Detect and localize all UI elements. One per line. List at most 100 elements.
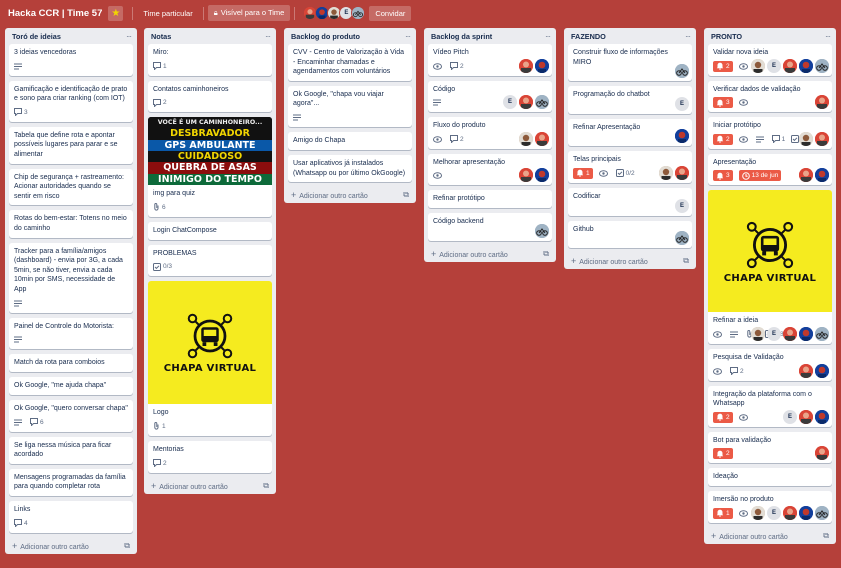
card[interactable]: 3 ideias vencedoras: [9, 44, 133, 76]
card[interactable]: Telas principais 1 0/2: [568, 151, 692, 183]
card[interactable]: Ok Google, "quero conversar chapa" 6: [9, 400, 133, 432]
list-title[interactable]: Backlog da sprint: [431, 32, 492, 41]
list-menu-icon[interactable]: ···: [545, 32, 551, 41]
card[interactable]: Validar nova ideia 2 E: [708, 44, 832, 76]
member-avatar-bike[interactable]: [815, 505, 829, 520]
card[interactable]: Fluxo do produto 2: [428, 117, 552, 149]
card[interactable]: Melhorar apresentação: [428, 153, 552, 186]
member-avatar-red[interactable]: [519, 168, 533, 183]
card[interactable]: Login ChatCompose: [148, 221, 272, 240]
member-avatar-blue[interactable]: [535, 58, 549, 73]
card[interactable]: Imersão no produto 1 E: [708, 491, 832, 523]
add-card-button[interactable]: + Adicionar outro cartão ⧉: [5, 538, 137, 554]
card[interactable]: Código backend: [428, 213, 552, 241]
member-avatar-red[interactable]: [783, 505, 797, 520]
board-title[interactable]: Hacka CCR | Time 57: [8, 8, 102, 19]
card[interactable]: CHAPA VIRTUALRefinar a ideia10/8E: [708, 190, 832, 344]
member-avatar-blue[interactable]: [815, 363, 829, 378]
member-avatar-blue[interactable]: [675, 129, 689, 144]
member-avatar-bike[interactable]: [535, 95, 549, 110]
member-avatar-blue[interactable]: [815, 168, 829, 183]
member-avatar-red[interactable]: [519, 58, 533, 73]
member-avatar-blue[interactable]: [815, 409, 829, 424]
card[interactable]: Codificar E: [568, 187, 692, 216]
card[interactable]: Se liga nessa música para ficar acordado: [9, 436, 133, 464]
card[interactable]: CVV - Centro de Valorização à Vida - Enc…: [288, 44, 412, 81]
card[interactable]: Amigo do Chapa: [288, 131, 412, 150]
card[interactable]: Ideação: [708, 468, 832, 487]
list-title[interactable]: PRONTO: [711, 32, 742, 41]
card[interactable]: Iniciar protótipo212/6: [708, 117, 832, 149]
card[interactable]: Github: [568, 220, 692, 249]
card[interactable]: Refinar protótipo: [428, 190, 552, 209]
card[interactable]: Contatos caminhoneiros 2: [148, 80, 272, 113]
board-members[interactable]: E: [303, 6, 366, 20]
card[interactable]: Ok Google, "chapa vou viajar agora"...: [288, 85, 412, 127]
member-avatar-bike[interactable]: [675, 231, 689, 246]
member-avatar-red[interactable]: [815, 95, 829, 110]
card-template-icon[interactable]: ⧉: [403, 190, 409, 200]
card-template-icon[interactable]: ⧉: [683, 256, 689, 266]
invite-button[interactable]: Convidar: [369, 5, 412, 21]
card[interactable]: PROBLEMAS 0/3: [148, 244, 272, 277]
card[interactable]: Links 4: [9, 501, 133, 533]
member-avatar-red[interactable]: [799, 409, 813, 424]
add-card-button[interactable]: + Adicionar outro cartão ⧉: [704, 528, 836, 544]
list-menu-icon[interactable]: ···: [825, 32, 831, 41]
member-avatar-e[interactable]: E: [767, 58, 781, 73]
card[interactable]: Miro: 1: [148, 44, 272, 76]
add-card-button[interactable]: + Adicionar outro cartão ⧉: [564, 253, 696, 269]
add-card-button[interactable]: + Adicionar outro cartão ⧉: [424, 246, 556, 262]
member-avatar-red[interactable]: [783, 58, 797, 73]
star-icon[interactable]: ★: [108, 5, 124, 21]
card[interactable]: Código E: [428, 80, 552, 113]
member-avatar-red[interactable]: [783, 326, 797, 341]
member-avatar-blue[interactable]: [535, 168, 549, 183]
member-avatar-bike[interactable]: [815, 326, 829, 341]
card[interactable]: Bot para validação 2: [708, 431, 832, 464]
list-menu-icon[interactable]: ···: [265, 32, 271, 41]
card[interactable]: Pesquisa de Validação 2: [708, 348, 832, 381]
card[interactable]: Usar aplicativos já instalados (Whatsapp…: [288, 154, 412, 183]
card[interactable]: Tabela que define rota e apontar possíve…: [9, 126, 133, 164]
card[interactable]: Apresentação 3 13 de jun: [708, 153, 832, 186]
card[interactable]: Gamificação e identificação de prato e s…: [9, 80, 133, 122]
card[interactable]: Refinar Apresentação: [568, 118, 692, 147]
card[interactable]: CHAPA VIRTUAL Logo 1: [148, 281, 272, 436]
list-title[interactable]: Toró de ideias: [12, 32, 61, 41]
member-avatar-bike[interactable]: [535, 223, 549, 238]
card[interactable]: Match da rota para comboios: [9, 354, 133, 373]
member-avatar-e[interactable]: E: [675, 198, 689, 213]
card[interactable]: Mensagens programadas da família para qu…: [9, 468, 133, 497]
list-menu-icon[interactable]: ···: [126, 32, 132, 41]
member-avatar-bike[interactable]: [675, 64, 689, 79]
member-avatar-red[interactable]: [815, 446, 829, 461]
member-avatar-red[interactable]: [535, 131, 549, 146]
member-avatar-blue[interactable]: [799, 326, 813, 341]
card[interactable]: VOCÊ É UM CAMINHONEIRO... DESBRAVADOR GPS …: [148, 117, 272, 217]
card[interactable]: Mentorias 2: [148, 440, 272, 473]
card[interactable]: Vídeo Pitch 2: [428, 44, 552, 76]
member-avatar-red[interactable]: [519, 95, 533, 110]
member-avatar-red[interactable]: [815, 131, 829, 146]
member-avatar-man[interactable]: [751, 505, 765, 520]
member-avatar-e[interactable]: E: [783, 409, 797, 424]
member-avatar-red[interactable]: [799, 168, 813, 183]
card-template-icon[interactable]: ⧉: [543, 249, 549, 259]
list-title[interactable]: Notas: [151, 32, 171, 41]
member-avatar-man[interactable]: [519, 131, 533, 146]
member-avatar-e[interactable]: E: [503, 95, 517, 110]
visibility-button[interactable]: 🔒︎ Visível para o Time: [207, 5, 291, 21]
member-avatar-blue[interactable]: [799, 58, 813, 73]
member-avatar-man[interactable]: [751, 58, 765, 73]
card-template-icon[interactable]: ⧉: [823, 531, 829, 541]
card[interactable]: Ok Google, "me ajuda chapa": [9, 377, 133, 396]
member-avatar-man[interactable]: [751, 326, 765, 341]
card[interactable]: Construir fluxo de informações MIRO: [568, 44, 692, 82]
member-avatar-bike[interactable]: [815, 58, 829, 73]
list-title[interactable]: FAZENDO: [571, 32, 606, 41]
card[interactable]: Rotas do bem-estar: Totens no meio do ca…: [9, 210, 133, 238]
card[interactable]: Programação do chatbot E: [568, 86, 692, 114]
list-title[interactable]: Backlog do produto: [291, 32, 360, 41]
member-avatar-man[interactable]: [799, 131, 813, 146]
